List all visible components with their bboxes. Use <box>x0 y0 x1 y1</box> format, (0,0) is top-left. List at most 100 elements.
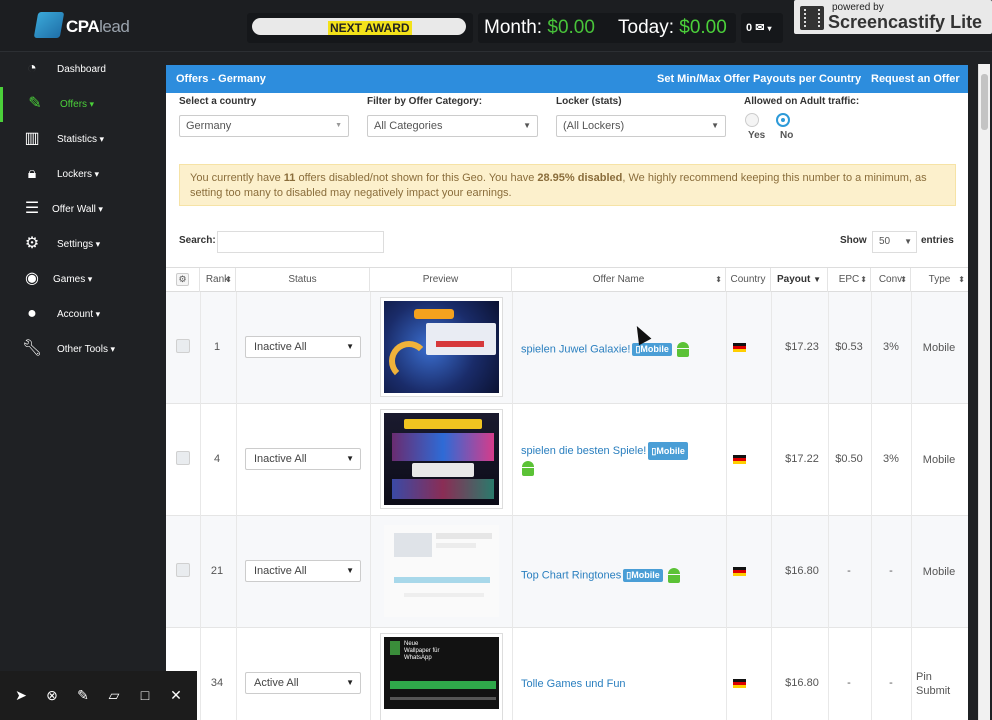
mobile-badge: ▯Mobile <box>623 569 663 582</box>
award-progress-bar: NEXT AWARD <box>252 18 466 35</box>
row-epc: - <box>847 677 851 689</box>
sort-icon: ⬍ <box>715 275 722 284</box>
column-type[interactable]: Type ⬍ <box>911 268 968 292</box>
disabled-offers-alert: You currently have 11 offers disabled/no… <box>179 164 956 206</box>
status-select[interactable]: Active All ▼ <box>245 672 361 694</box>
row-conv: - <box>889 677 893 689</box>
android-icon <box>667 568 681 583</box>
pen-tool-icon[interactable]: ✎ <box>73 685 93 705</box>
sidebar-item-dashboard[interactable]: ◔ Dashboard <box>0 52 138 87</box>
sidebar-item-statistics[interactable]: ▥ Statistics <box>0 122 138 157</box>
country-label: Select a country <box>179 96 257 107</box>
row-type: Mobile <box>922 454 956 466</box>
col-divider <box>512 292 513 720</box>
offer-preview-image[interactable]: Neue Wallpaper für WhatsApp <box>380 633 503 720</box>
row-rank: 1 <box>213 341 221 353</box>
sort-icon: ⬍ <box>958 275 965 284</box>
offer-preview-image[interactable] <box>380 521 503 621</box>
row-checkbox[interactable] <box>176 563 190 577</box>
row-rank: 34 <box>210 677 224 689</box>
row-conv: - <box>889 565 893 577</box>
germany-flag-icon <box>733 455 746 464</box>
sidebar-item-settings[interactable]: ⚙ Settings <box>0 227 138 262</box>
rectangle-tool-icon[interactable]: □ <box>135 685 155 705</box>
offer-name-link[interactable]: spielen die besten Spiele! ▯Mobile <box>521 442 721 476</box>
no-label: No <box>780 130 794 141</box>
column-country[interactable]: Country <box>726 268 771 292</box>
chevron-down-icon: ▼ <box>346 566 354 575</box>
row-checkbox[interactable] <box>176 451 190 465</box>
scrollbar-thumb[interactable] <box>981 74 988 130</box>
row-rank: 4 <box>213 453 221 465</box>
messages-button[interactable]: 0 ✉ ▾ <box>741 13 783 43</box>
status-select[interactable]: Inactive All ▼ <box>245 336 361 358</box>
sidebar: ◔Dashboard ✎Offers ▥Statistics 🔒︎Lockers… <box>0 52 138 672</box>
adult-no-radio[interactable] <box>776 113 790 127</box>
sidebar-item-account[interactable]: ● Account <box>0 297 138 332</box>
locker-select[interactable]: (All Lockers) ▼ <box>556 115 726 137</box>
wrench-icon: 🔧︎ <box>21 340 43 357</box>
logo-mark-icon <box>33 12 65 38</box>
page-scrollbar[interactable] <box>978 64 990 720</box>
sidebar-item-offers[interactable]: ✎ Offers <box>0 87 138 122</box>
column-status: Status <box>236 268 370 292</box>
column-rank[interactable]: Rank ⬍ <box>200 268 236 292</box>
row-conv: 3% <box>883 341 899 353</box>
eraser-tool-icon[interactable]: ▱ <box>104 685 124 705</box>
column-conv[interactable]: Conv ⬍ <box>871 268 911 292</box>
month-earnings: Month: $0.00 <box>484 17 595 38</box>
offer-name-link[interactable]: spielen Juwel Galaxie! ▯Mobile <box>521 342 690 357</box>
col-divider <box>871 292 872 720</box>
column-preview: Preview <box>370 268 512 292</box>
offer-preview-image[interactable] <box>380 409 503 509</box>
table-row: 34 Active All ▼ Neue Wallpaper für WhatsA… <box>166 628 968 720</box>
request-offer-link[interactable]: Request an Offer <box>871 65 960 93</box>
column-epc[interactable]: EPC ⬍ <box>828 268 871 292</box>
sort-icon: ⬍ <box>225 275 232 284</box>
table-row: 4 Inactive All ▼ spielen die besten Spiel… <box>166 404 968 516</box>
chevron-down-icon: ▼ <box>346 678 354 687</box>
status-select[interactable]: Inactive All ▼ <box>245 448 361 470</box>
germany-flag-icon <box>733 567 746 576</box>
row-epc: - <box>847 565 851 577</box>
row-checkbox[interactable] <box>176 339 190 353</box>
sidebar-item-other-tools[interactable]: 🔧︎ Other Tools <box>0 332 138 367</box>
page-size-select[interactable]: 50 ▼ <box>872 231 917 253</box>
chevron-down-icon: ▼ <box>335 122 342 129</box>
row-type: Mobile <box>922 566 956 578</box>
col-divider <box>236 292 237 720</box>
close-icon[interactable]: ✕ <box>166 685 186 705</box>
country-select[interactable]: Germany ▼ <box>179 115 349 137</box>
offer-name-link[interactable]: Top Chart Ringtones ▯Mobile <box>521 568 681 583</box>
column-payout[interactable]: Payout ▼ <box>771 268 828 292</box>
category-select[interactable]: All Categories ▼ <box>367 115 538 137</box>
sidebar-item-lockers[interactable]: 🔒︎ Lockers <box>0 157 138 192</box>
entries-label: entries <box>921 235 954 246</box>
offer-name-link[interactable]: Tolle Games und Fun <box>521 678 626 690</box>
award-progress: NEXT AWARD <box>247 13 473 43</box>
dashboard-icon: ◔ <box>27 60 37 77</box>
sort-icon: ⬍ <box>900 275 907 284</box>
sidebar-item-offer-wall[interactable]: ☰ Offer Wall <box>0 192 138 227</box>
row-payout: $17.23 <box>785 341 819 353</box>
top-bar: CPAlead NEXT AWARD Month: $0.00 Today: $… <box>0 0 992 52</box>
adult-yes-radio[interactable] <box>745 113 759 127</box>
earnings-stats: Month: $0.00 Today: $0.00 <box>478 13 736 43</box>
user-icon: ● <box>27 305 37 322</box>
cursor-highlight-icon[interactable]: ⊗ <box>42 685 62 705</box>
adult-traffic-label: Allowed on Adult traffic: <box>744 96 860 107</box>
offer-preview-image[interactable] <box>380 297 503 397</box>
gears-icon: ⚙ <box>24 235 40 252</box>
column-offer-name[interactable]: Offer Name ⬍ <box>512 268 726 292</box>
cpalead-logo[interactable]: CPAlead <box>33 10 134 42</box>
min-max-payout-link[interactable]: Set Min/Max Offer Payouts per Country <box>657 65 861 93</box>
germany-flag-icon <box>733 679 746 688</box>
col-divider <box>828 292 829 720</box>
search-input[interactable] <box>217 231 384 253</box>
chevron-down-icon: ▼ <box>904 237 912 246</box>
column-settings-button[interactable]: ⚙ <box>166 268 200 292</box>
sidebar-item-games[interactable]: ◉ Games <box>0 262 138 297</box>
status-select[interactable]: Inactive All ▼ <box>245 560 361 582</box>
category-label: Filter by Offer Category: <box>367 96 483 107</box>
pointer-tool-icon[interactable]: ➤ <box>11 685 31 705</box>
